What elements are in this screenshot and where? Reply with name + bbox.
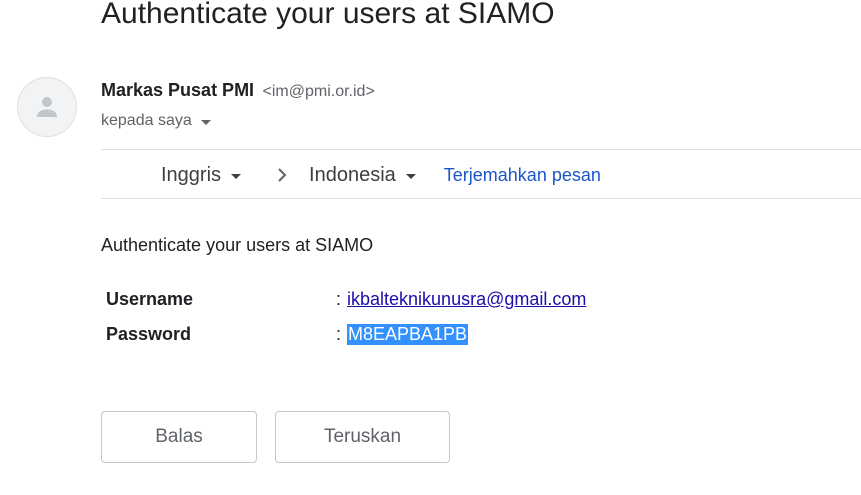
email-view: Authenticate your users at SIAMO Markas … (0, 0, 861, 495)
sender-avatar[interactable] (17, 77, 77, 137)
sender-info: Markas Pusat PMI <im@pmi.or.id> (101, 80, 375, 101)
sender-email: <im@pmi.or.id> (262, 83, 375, 100)
target-language-select[interactable]: Indonesia (309, 164, 416, 187)
source-language-select[interactable]: Inggris (161, 163, 242, 187)
source-language-label: Inggris (161, 163, 222, 186)
divider (101, 149, 861, 150)
caret-down-icon (200, 119, 211, 125)
username-colon: : (336, 289, 342, 309)
translate-message-link[interactable]: Terjemahkan pesan (444, 165, 601, 186)
caret-down-icon (405, 173, 416, 179)
password-value[interactable]: M8EAPBA1PB (347, 324, 469, 345)
password-colon: : (336, 324, 342, 344)
reply-button[interactable]: Balas (101, 411, 257, 463)
sender-name[interactable]: Markas Pusat PMI (101, 80, 254, 100)
caret-down-icon (231, 173, 242, 179)
forward-button[interactable]: Teruskan (275, 411, 450, 463)
person-icon (37, 97, 57, 117)
username-value-link[interactable]: ikbalteknikunusra@gmail.com (347, 289, 586, 310)
divider (101, 198, 861, 199)
recipient-details-toggle[interactable]: kepada saya (101, 112, 211, 130)
translate-bar: Inggris Indonesia Terjemahkan pesan (161, 160, 601, 190)
recipient-label: kepada saya (101, 112, 192, 129)
username-label: Username (106, 289, 194, 309)
password-label: Password (106, 324, 192, 344)
target-language-label: Indonesia (309, 163, 396, 186)
email-subject: Authenticate your users at SIAMO (101, 0, 555, 30)
email-body-intro: Authenticate your users at SIAMO (101, 235, 374, 255)
chevron-right-icon (277, 167, 287, 183)
